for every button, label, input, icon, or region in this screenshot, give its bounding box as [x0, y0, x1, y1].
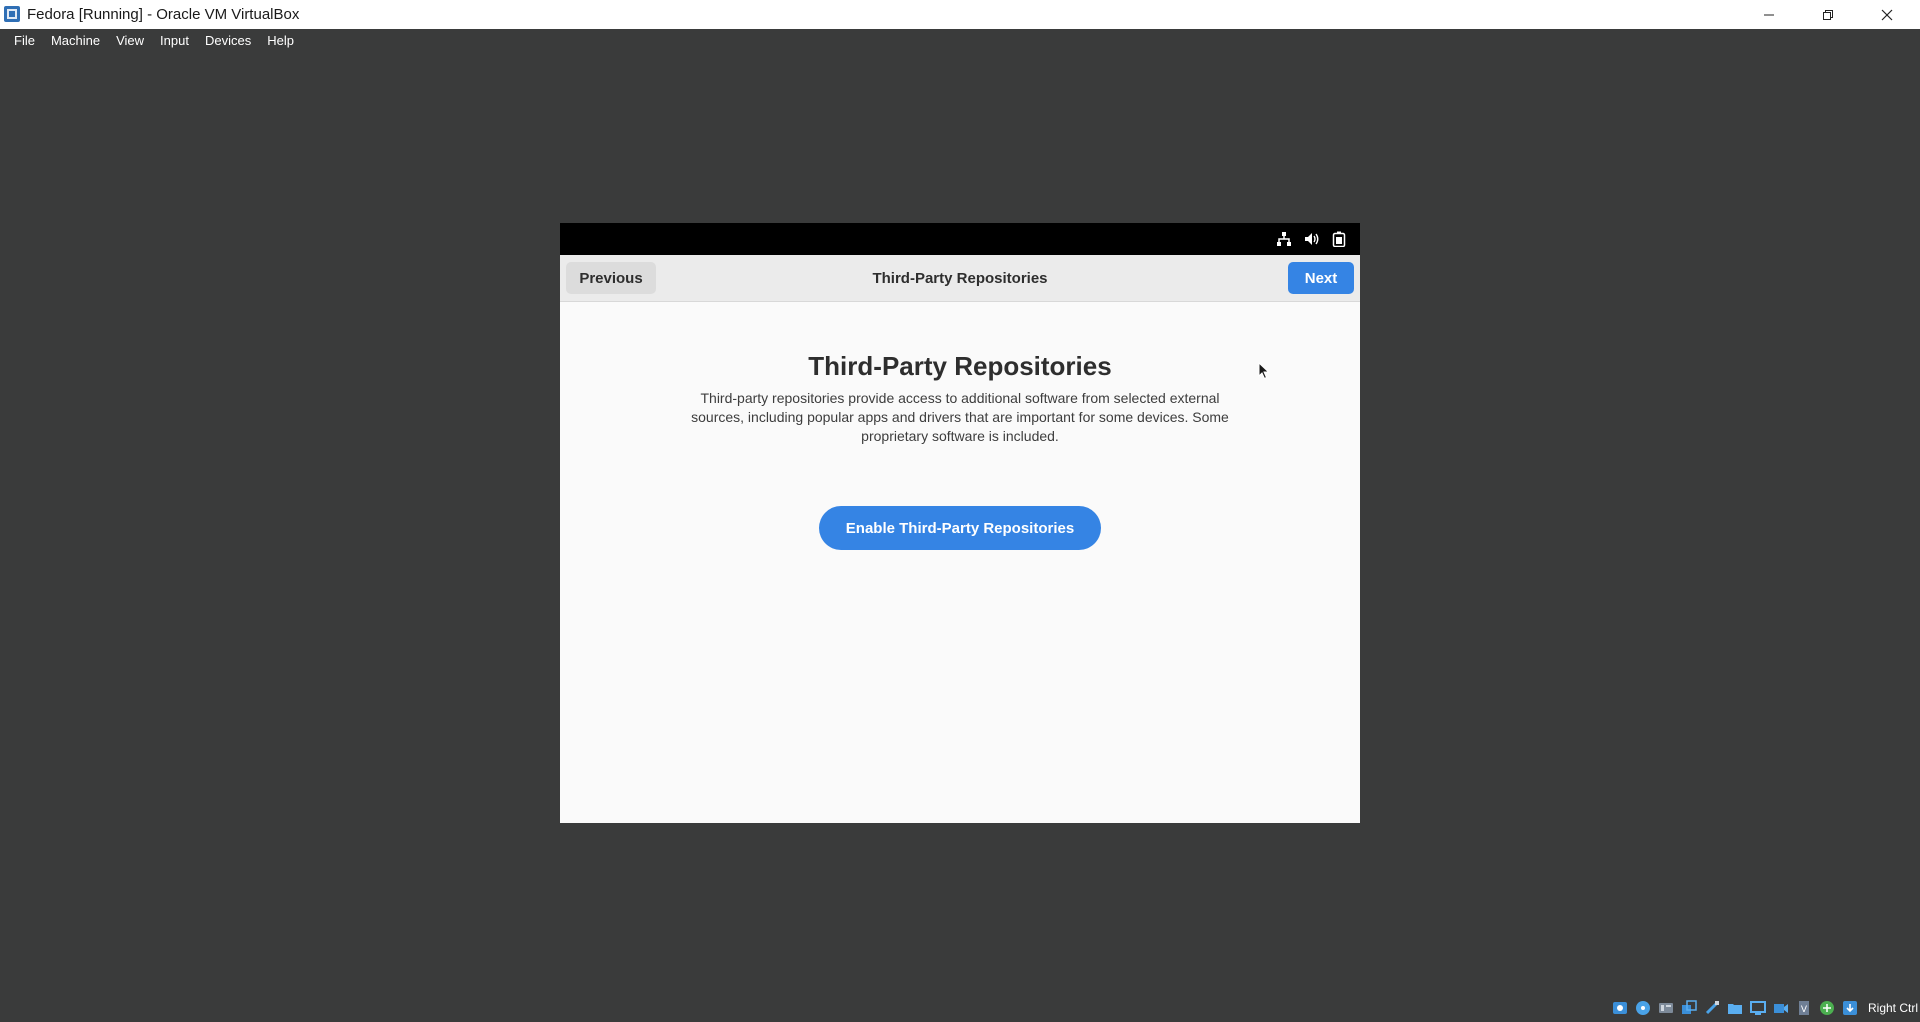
hard-disk-icon[interactable]: [1611, 999, 1629, 1017]
cpu-icon[interactable]: V: [1795, 999, 1813, 1017]
menu-machine[interactable]: Machine: [45, 30, 106, 51]
system-tray: [1276, 231, 1346, 252]
usb-icon[interactable]: [1703, 999, 1721, 1017]
enable-repositories-button[interactable]: Enable Third-Party Repositories: [819, 506, 1101, 550]
minimize-button[interactable]: [1746, 0, 1792, 29]
menu-file[interactable]: File: [8, 30, 41, 51]
close-icon: [1881, 9, 1893, 20]
svg-text:V: V: [1801, 1005, 1808, 1015]
volume-icon[interactable]: [1304, 231, 1320, 252]
keyboard-icon[interactable]: [1841, 999, 1859, 1017]
minimize-icon: [1764, 14, 1774, 15]
host-key-label: Right Ctrl: [1867, 1001, 1918, 1015]
status-bar: V Right Ctrl: [1611, 998, 1920, 1018]
header-title: Third-Party Repositories: [872, 269, 1048, 287]
optical-drive-icon[interactable]: [1634, 999, 1652, 1017]
battery-icon[interactable]: [1332, 231, 1346, 252]
restore-button[interactable]: [1805, 0, 1851, 29]
network-icon[interactable]: [1276, 231, 1292, 252]
next-button[interactable]: Next: [1288, 262, 1354, 294]
recording-icon[interactable]: [1772, 999, 1790, 1017]
header-bar: Previous Third-Party Repositories Next: [560, 255, 1360, 302]
network-adapter-icon[interactable]: [1680, 999, 1698, 1017]
page-description: Third-party repositories provide access …: [691, 390, 1229, 444]
mouse-pointer-icon: [1258, 361, 1270, 385]
restore-icon: [1823, 9, 1833, 20]
menu-bar: File Machine View Input Devices Help: [0, 29, 1920, 51]
previous-button[interactable]: Previous: [566, 262, 656, 294]
menu-devices[interactable]: Devices: [199, 30, 257, 51]
guest-top-bar: [560, 223, 1360, 255]
close-button[interactable]: [1864, 0, 1910, 29]
menu-help[interactable]: Help: [261, 30, 300, 51]
title-bar: Fedora [Running] - Oracle VM VirtualBox: [0, 0, 1920, 29]
mouse-integration-icon[interactable]: [1818, 999, 1836, 1017]
shared-folder-icon[interactable]: [1726, 999, 1744, 1017]
virtualbox-icon: [3, 5, 21, 23]
display-icon[interactable]: [1749, 999, 1767, 1017]
guest-screen[interactable]: Previous Third-Party Repositories Next T…: [560, 223, 1360, 823]
audio-icon[interactable]: [1657, 999, 1675, 1017]
menu-input[interactable]: Input: [154, 30, 195, 51]
menu-view[interactable]: View: [110, 30, 150, 51]
page-title: Third-Party Repositories: [808, 351, 1112, 381]
window-title: Fedora [Running] - Oracle VM VirtualBox: [27, 6, 300, 23]
